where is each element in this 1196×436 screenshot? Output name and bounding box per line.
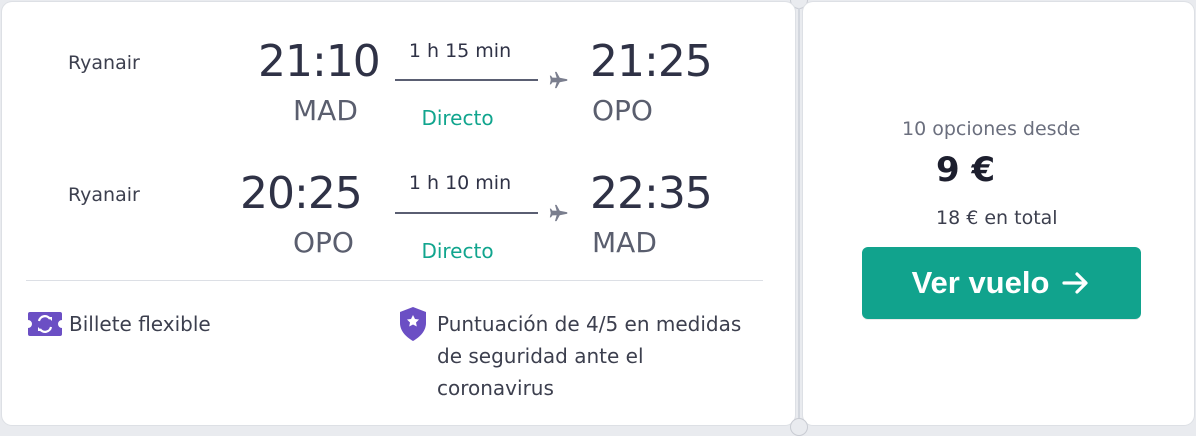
route-line (395, 212, 538, 214)
stops-label: Directo (421, 239, 494, 263)
view-flight-button[interactable]: Ver vuelo (862, 247, 1141, 319)
safety-score-text: Puntuación de 4/5 en medidas de segurida… (437, 308, 777, 404)
departure-airport: OPO (293, 226, 354, 259)
view-flight-label: Ver vuelo (911, 265, 1050, 300)
route-line (395, 79, 538, 81)
flexible-ticket-icon (28, 312, 62, 336)
arrow-right-icon (1062, 272, 1089, 294)
plane-icon (549, 71, 568, 89)
departure-airport: MAD (293, 94, 358, 127)
safety-score-line: de seguridad ante el (437, 344, 644, 368)
flexible-ticket-label: Billete flexible (69, 312, 211, 336)
ticket-notch-bottom (790, 418, 808, 436)
departure-time: 21:10 (258, 36, 381, 87)
arrival-airport: OPO (592, 94, 653, 127)
total-price: 18 € en total (936, 207, 1058, 229)
stops-label: Directo (421, 106, 494, 130)
flight-result-card: Ryanair 21:10 MAD 1 h 15 min Directo 21:… (0, 0, 1196, 436)
arrival-time: 22:35 (590, 168, 713, 219)
airline-name: Ryanair (68, 184, 140, 206)
plane-icon (549, 204, 568, 222)
shield-icon (400, 307, 426, 341)
arrival-time: 21:25 (590, 36, 713, 87)
flight-duration: 1 h 10 min (408, 172, 512, 194)
price-value: 9 € (936, 150, 996, 190)
section-divider (26, 280, 763, 281)
airline-name: Ryanair (68, 52, 140, 74)
departure-time: 20:25 (240, 168, 363, 219)
safety-score-line: Puntuación de 4/5 en medidas (437, 312, 742, 336)
flight-duration: 1 h 15 min (408, 40, 512, 62)
safety-score-line: coronavirus (437, 376, 554, 400)
options-count: 10 opciones desde (902, 118, 1081, 140)
arrival-airport: MAD (592, 226, 657, 259)
ticket-divider (798, 8, 800, 420)
